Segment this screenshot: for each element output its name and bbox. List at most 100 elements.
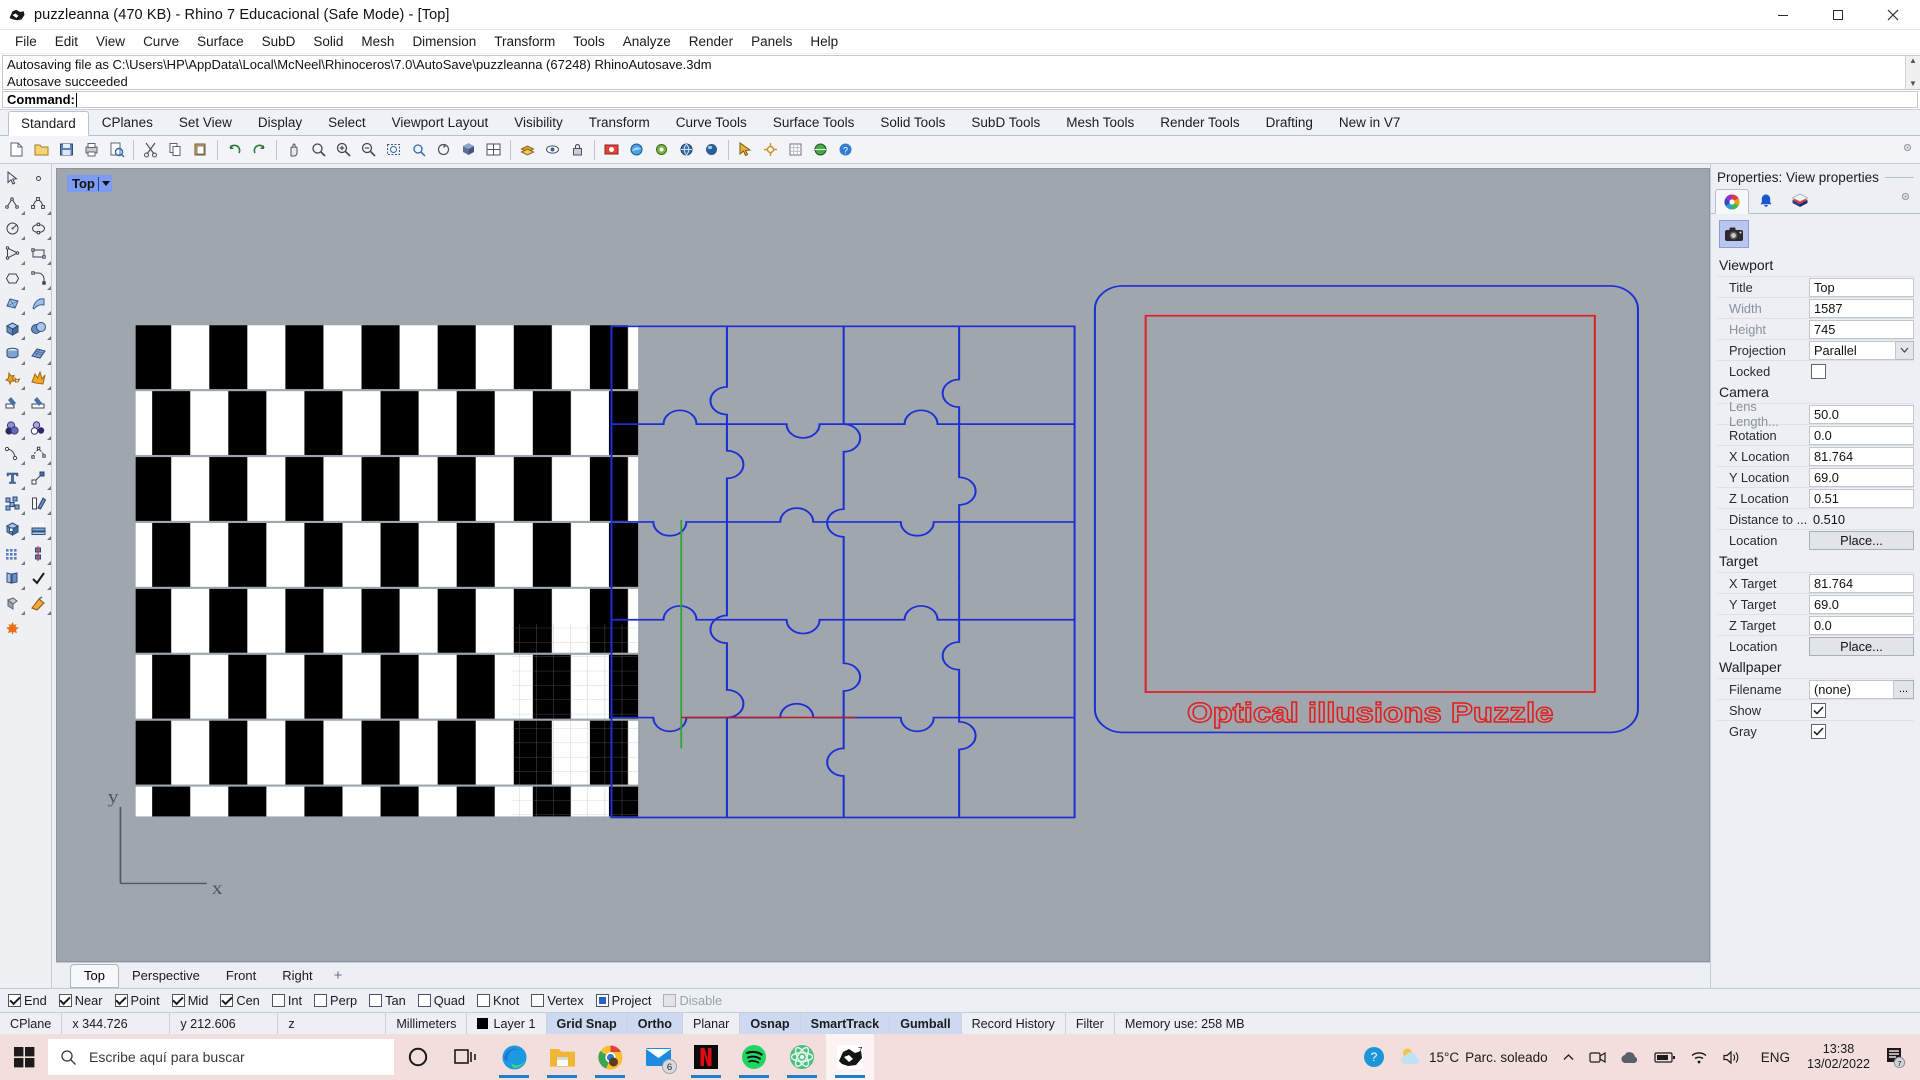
menu-item-transform[interactable]: Transform xyxy=(485,32,564,51)
scale-transform-icon[interactable] xyxy=(26,466,52,491)
osnap-knot[interactable]: Knot xyxy=(477,993,519,1008)
curve-icon[interactable] xyxy=(26,191,52,216)
start-button[interactable] xyxy=(0,1034,48,1080)
property-value[interactable]: 81.764 xyxy=(1809,446,1914,466)
menu-item-analyze[interactable]: Analyze xyxy=(614,32,680,51)
toolbar-tab-viewport-layout[interactable]: Viewport Layout xyxy=(379,110,502,135)
menu-item-file[interactable]: File xyxy=(6,32,46,51)
osnap-tan[interactable]: Tan xyxy=(369,993,406,1008)
render-icon[interactable] xyxy=(599,138,623,162)
menu-item-curve[interactable]: Curve xyxy=(134,32,188,51)
file-explorer-icon[interactable] xyxy=(538,1034,586,1080)
add-viewport-tab-icon[interactable]: + xyxy=(334,967,343,984)
cortana-icon[interactable] xyxy=(394,1034,442,1080)
command-history[interactable]: Autosaving file as C:\Users\HP\AppData\L… xyxy=(2,55,1920,90)
surface-from-points-icon[interactable] xyxy=(0,291,26,316)
menu-item-edit[interactable]: Edit xyxy=(46,32,87,51)
toolbar-tab-visibility[interactable]: Visibility xyxy=(501,110,576,135)
mirror-icon[interactable] xyxy=(26,541,52,566)
layer-visibility-icon[interactable] xyxy=(540,138,564,162)
status-toggle-gumball[interactable]: Gumball xyxy=(890,1013,962,1034)
toolbar-tab-standard[interactable]: Standard xyxy=(8,111,89,136)
sphere-solid-icon[interactable] xyxy=(26,316,52,341)
minimize-button[interactable] xyxy=(1755,0,1810,30)
menu-item-help[interactable]: Help xyxy=(801,32,847,51)
globe-render-icon[interactable] xyxy=(674,138,698,162)
properties-options-gear-icon[interactable] xyxy=(1899,190,1912,208)
osnap-project[interactable]: Project xyxy=(595,993,651,1008)
viewport-layout-icon[interactable] xyxy=(481,138,505,162)
polygon-triangle-icon[interactable] xyxy=(0,241,26,266)
save-file-icon[interactable] xyxy=(54,138,78,162)
toolbar-tab-mesh-tools[interactable]: Mesh Tools xyxy=(1053,110,1147,135)
boolean-intersection-icon[interactable] xyxy=(26,416,52,441)
menu-item-view[interactable]: View xyxy=(87,32,134,51)
battery-icon[interactable] xyxy=(1647,1051,1683,1064)
command-history-scrollbar[interactable]: ▲ ▼ xyxy=(1905,56,1920,89)
status-toggle-osnap[interactable]: Osnap xyxy=(740,1013,801,1034)
osnap-vertex[interactable]: Vertex xyxy=(531,993,584,1008)
menu-item-subd[interactable]: SubD xyxy=(253,32,305,51)
redo-icon[interactable] xyxy=(247,138,271,162)
boolean-difference-icon[interactable] xyxy=(0,416,26,441)
toolbar-tab-render-tools[interactable]: Render Tools xyxy=(1147,110,1252,135)
status-toggle-planar[interactable]: Planar xyxy=(683,1013,741,1034)
select-objects-icon[interactable] xyxy=(733,138,757,162)
osnap-point[interactable]: Point xyxy=(114,993,160,1008)
spotify-icon[interactable] xyxy=(730,1034,778,1080)
viewport-tab-front[interactable]: Front xyxy=(213,965,269,987)
group-objects-icon[interactable] xyxy=(0,491,26,516)
help-icon[interactable]: ? xyxy=(833,138,857,162)
property-value[interactable]: 69.0 xyxy=(1809,594,1914,614)
rhino-icon[interactable]: 7 xyxy=(826,1034,874,1080)
osnap-int[interactable]: Int xyxy=(271,993,302,1008)
notification-center-icon[interactable]: 7 xyxy=(1880,1046,1916,1068)
mesh-plane-icon[interactable] xyxy=(26,341,52,366)
render-preview-icon[interactable] xyxy=(624,138,648,162)
maximize-button[interactable] xyxy=(1810,0,1865,30)
taskbar-search-box[interactable]: Escribe aquí para buscar xyxy=(48,1039,394,1075)
property-value[interactable]: 81.764 xyxy=(1809,573,1914,593)
layer-tab[interactable] xyxy=(1783,188,1817,213)
property-value[interactable]: 50.0 xyxy=(1809,404,1914,424)
property-value[interactable]: 0.0 xyxy=(1809,615,1914,635)
curve-edit-point-icon[interactable] xyxy=(0,441,26,466)
extrude-curve-icon[interactable] xyxy=(26,491,52,516)
zoom-out-icon[interactable] xyxy=(356,138,380,162)
property-value[interactable]: (none) xyxy=(1809,679,1894,699)
property-value[interactable]: 0.0 xyxy=(1809,425,1914,445)
command-prompt[interactable]: Command: xyxy=(2,91,1918,108)
toolbar-tab-drafting[interactable]: Drafting xyxy=(1253,110,1326,135)
osnap-checkbox[interactable] xyxy=(271,994,285,1007)
light-tab[interactable] xyxy=(1749,188,1783,213)
status-toggle-grid-snap[interactable]: Grid Snap xyxy=(546,1013,628,1034)
menu-item-mesh[interactable]: Mesh xyxy=(352,32,403,51)
unroll-surface-icon[interactable] xyxy=(0,566,26,591)
text-tool-icon[interactable] xyxy=(0,466,26,491)
circle-icon[interactable] xyxy=(0,216,26,241)
new-file-icon[interactable] xyxy=(4,138,28,162)
taskbar-clock[interactable]: 13:38 13/02/2022 xyxy=(1797,1042,1880,1072)
mail-icon[interactable]: 6 xyxy=(634,1034,682,1080)
property-value[interactable]: 0.51 xyxy=(1809,488,1914,508)
view-properties-button[interactable] xyxy=(1719,220,1749,248)
cplane-indicator[interactable]: CPlane xyxy=(0,1013,63,1034)
property-value[interactable]: 1587 xyxy=(1809,298,1914,318)
property-checkbox[interactable] xyxy=(1811,363,1826,379)
netflix-icon[interactable] xyxy=(682,1034,730,1080)
viewport-canvas[interactable]: Optical illusions Puzzle y x xyxy=(57,169,1709,961)
polygon-icon[interactable] xyxy=(0,266,26,291)
osnap-checkbox[interactable] xyxy=(58,994,72,1007)
volume-icon[interactable] xyxy=(1715,1050,1748,1065)
explode-icon[interactable] xyxy=(26,366,52,391)
shade-view-icon[interactable] xyxy=(456,138,480,162)
toolbar-tab-cplanes[interactable]: CPlanes xyxy=(89,110,166,135)
chrome-icon[interactable] xyxy=(586,1034,634,1080)
property-value[interactable]: 69.0 xyxy=(1809,467,1914,487)
osnap-near[interactable]: Near xyxy=(58,993,103,1008)
osnap-quad[interactable]: Quad xyxy=(417,993,465,1008)
cylinder-solid-icon[interactable] xyxy=(0,341,26,366)
paste-icon[interactable] xyxy=(188,138,212,162)
array-icon[interactable] xyxy=(0,541,26,566)
trim-icon[interactable] xyxy=(0,391,26,416)
